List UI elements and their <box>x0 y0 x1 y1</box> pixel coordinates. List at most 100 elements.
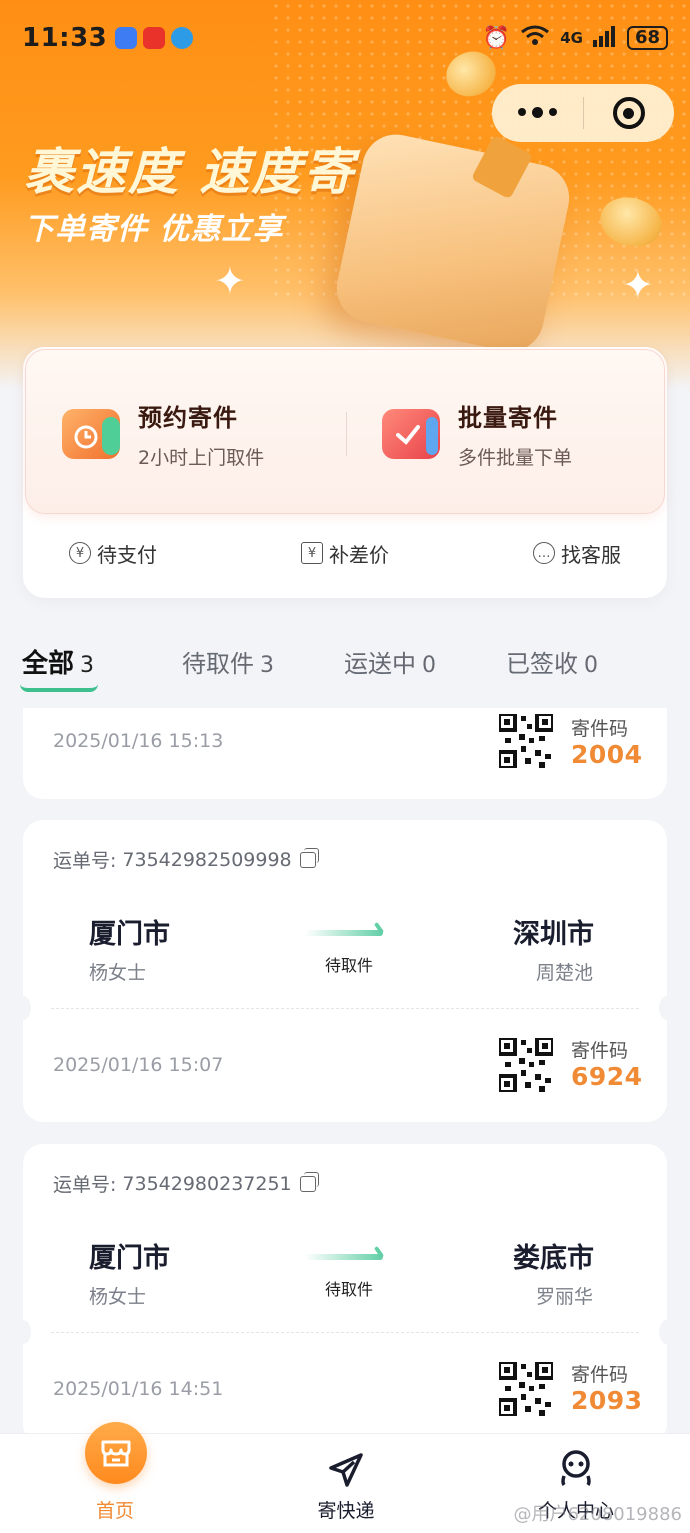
to-city: 深圳市 <box>513 919 594 950</box>
voice-app-icon <box>115 27 138 49</box>
card-divider <box>51 1332 639 1333</box>
wifi-icon <box>520 24 550 52</box>
route-arrow-icon <box>305 1254 383 1260</box>
copy-icon[interactable] <box>299 847 319 868</box>
browser-app-icon <box>171 27 194 49</box>
battery-indicator: 68 <box>626 26 668 50</box>
dot-icon <box>531 107 543 118</box>
ql-label: 找客服 <box>561 542 621 567</box>
tab-active-indicator <box>20 684 98 692</box>
calendar-icon <box>62 409 120 459</box>
sparkle-icon: ✦ <box>214 259 246 303</box>
qa-title: 预约寄件 <box>138 404 238 432</box>
order-tabs: 全部 3 待取件 3 运送中 0 已签收 0 <box>20 636 668 692</box>
ticket-notch <box>15 996 31 1020</box>
qr-code-icon[interactable] <box>499 1038 553 1092</box>
ticket-notch <box>659 1320 675 1344</box>
tab-count: 3 <box>80 652 95 678</box>
yuan-icon: ¥ <box>69 542 91 564</box>
status-app-icons <box>115 27 194 49</box>
pending-payment-link[interactable]: ¥ 待支付 <box>69 533 157 573</box>
more-options-button[interactable] <box>492 107 583 118</box>
waybill-label: 运单号: <box>53 850 117 872</box>
waybill-label: 运单号: <box>53 1174 117 1196</box>
ql-label: 待支付 <box>97 542 157 567</box>
close-miniprogram-button[interactable] <box>584 97 675 129</box>
pickup-code-label: 寄件码 <box>571 1364 629 1386</box>
quick-links: ¥ 待支付 ¥ 补差价 … 找客服 <box>23 533 667 573</box>
banner-slogan-sub: 下单寄件 优惠立享 <box>24 212 284 247</box>
order-card[interactable]: 运单号: 73542980237251 厦门市 杨女士 待取件 娄底市 罗丽华 … <box>15 1144 675 1444</box>
banner-slogan-main: 裹速度 速度寄 <box>24 143 356 201</box>
tab-all[interactable]: 全部 3 <box>20 643 98 692</box>
qr-code-icon[interactable] <box>499 1362 553 1416</box>
tab-label: 全部 <box>22 648 75 679</box>
ticket-notch <box>659 996 675 1020</box>
target-icon <box>612 97 645 129</box>
order-status: 待取件 <box>325 1280 374 1299</box>
price-tag-icon: ¥ <box>301 542 323 564</box>
receiver-name: 罗丽华 <box>536 1286 594 1308</box>
chat-icon: … <box>533 542 555 564</box>
receiver-name: 周楚池 <box>536 962 594 984</box>
order-card[interactable]: 运单号: 73542982509998 厦门市 杨女士 待取件 深圳市 周楚池 … <box>15 820 675 1122</box>
waybill-row: 运单号: 73542980237251 <box>53 1170 319 1197</box>
tab-count: 3 <box>260 652 274 678</box>
qa-title: 批量寄件 <box>458 404 558 432</box>
pickup-code: 2004 <box>571 740 643 769</box>
nav-send-express[interactable]: 寄快递 <box>276 1434 416 1533</box>
order-date: 2025/01/16 15:13 <box>53 730 224 752</box>
appointment-send-button[interactable]: 预约寄件 2小时上门取件 <box>62 394 264 474</box>
nav-home[interactable]: 首页 <box>45 1422 185 1533</box>
pickup-code: 2093 <box>571 1386 643 1415</box>
home-shop-icon <box>85 1422 147 1484</box>
dot-icon <box>548 108 557 116</box>
waybill-row: 运单号: 73542982509998 <box>53 846 319 873</box>
qa-divider <box>346 412 347 456</box>
batch-package-icon <box>382 409 440 459</box>
alarm-icon: ⏰ <box>482 25 511 51</box>
tab-label: 待取件 <box>182 649 254 678</box>
order-card[interactable]: 2025/01/16 15:13 寄件码 2004 <box>23 708 667 799</box>
ticket-notch <box>15 1320 31 1344</box>
header-banner: ✦ ✦ 11:33 ⏰ 4G 68 裹速度 速度寄 下单寄件 优惠立享 <box>0 0 690 390</box>
nav-label: 首页 <box>95 1500 134 1522</box>
tab-label: 运送中 <box>344 649 416 678</box>
dot-icon <box>517 108 526 116</box>
status-time: 11:33 <box>22 23 108 53</box>
tab-signed[interactable]: 已签收 0 <box>506 644 598 679</box>
qa-subtitle: 多件批量下单 <box>458 447 573 469</box>
to-city: 娄底市 <box>513 1243 594 1274</box>
watermark: @用户6208019886 <box>513 1504 682 1525</box>
tab-in-transit[interactable]: 运送中 0 <box>344 644 436 679</box>
sender-name: 杨女士 <box>89 1286 147 1308</box>
price-difference-link[interactable]: ¥ 补差价 <box>301 533 389 573</box>
pickup-code-label: 寄件码 <box>571 1040 629 1062</box>
order-date: 2025/01/16 14:51 <box>53 1378 224 1400</box>
ql-label: 补差价 <box>329 542 389 567</box>
order-status: 待取件 <box>325 956 374 975</box>
route-arrow-icon <box>305 930 383 936</box>
taobao-app-icon <box>143 27 166 49</box>
order-date: 2025/01/16 15:07 <box>53 1054 224 1076</box>
from-city: 厦门市 <box>89 1243 170 1274</box>
signal-icon <box>592 25 617 52</box>
sparkle-icon: ✦ <box>622 263 654 307</box>
tab-label: 已签收 <box>506 649 578 678</box>
quick-actions-card: 预约寄件 2小时上门取件 批量寄件 多件批量下单 ¥ 待支付 ¥ 补差价 … 找… <box>23 347 667 598</box>
customer-service-link[interactable]: … 找客服 <box>533 533 621 573</box>
network-type: 4G <box>560 29 583 47</box>
card-divider <box>51 1008 639 1009</box>
nav-label: 寄快递 <box>317 1500 375 1522</box>
tab-pending-pickup[interactable]: 待取件 3 <box>182 644 274 679</box>
pickup-code-label: 寄件码 <box>571 718 629 740</box>
batch-send-button[interactable]: 批量寄件 多件批量下单 <box>382 394 572 474</box>
status-bar: 11:33 ⏰ 4G 68 <box>0 18 690 58</box>
user-icon <box>561 1450 591 1486</box>
copy-icon[interactable] <box>299 1171 319 1192</box>
qr-code-icon[interactable] <box>499 714 553 768</box>
from-city: 厦门市 <box>89 919 170 950</box>
miniprogram-capsule <box>492 84 674 142</box>
waybill-number: 73542982509998 <box>122 848 292 871</box>
qa-subtitle: 2小时上门取件 <box>138 447 265 469</box>
